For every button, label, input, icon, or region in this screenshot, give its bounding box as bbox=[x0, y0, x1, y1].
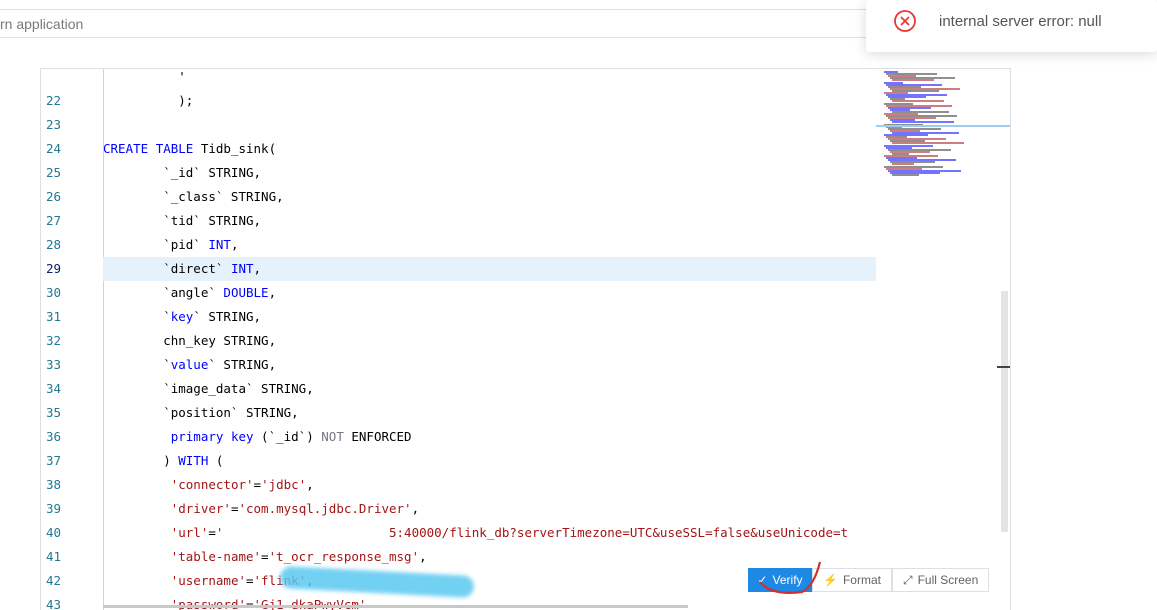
code-line[interactable]: 'url'=' 5:40000/flink_db?serverTimezone=… bbox=[103, 521, 876, 545]
line-number-gutter: 22 23 24 25 26 27 28 29 30 31 32 33 34 35 36 37 38 39 40 41… bbox=[41, 69, 103, 610]
code-line[interactable]: 'connector'='jdbc', bbox=[103, 473, 876, 497]
line-number: 33 bbox=[45, 357, 61, 372]
code-area[interactable]: ' ); CREATE TABLE Tidb_sink( `_id` STRING… bbox=[103, 69, 876, 610]
line-number: 22 bbox=[45, 93, 61, 108]
line-number: 39 bbox=[45, 501, 61, 516]
code-line[interactable]: chn_key STRING, bbox=[103, 329, 876, 353]
code-line[interactable]: `image_data` STRING, bbox=[103, 377, 876, 401]
horizontal-scrollbar[interactable] bbox=[103, 605, 688, 608]
code-line[interactable]: ) WITH ( bbox=[103, 449, 876, 473]
line-number: 43 bbox=[45, 597, 61, 610]
fullscreen-button[interactable]: ⤢ Full Screen bbox=[891, 568, 990, 592]
line-number: 37 bbox=[45, 453, 61, 468]
line-number: 40 bbox=[45, 525, 61, 540]
error-toast: internal server error: null bbox=[866, 0, 1157, 52]
code-line[interactable]: ' bbox=[103, 69, 876, 89]
line-number: 28 bbox=[45, 237, 61, 252]
line-number: 34 bbox=[45, 381, 61, 396]
red-annotation-mark bbox=[759, 561, 822, 594]
code-line[interactable]: 'driver'='com.mysql.jdbc.Driver', bbox=[103, 497, 876, 521]
line-number: 25 bbox=[45, 165, 61, 180]
error-message: internal server error: null bbox=[939, 13, 1102, 30]
line-number: 26 bbox=[45, 189, 61, 204]
code-line[interactable]: primary key (`_id`) NOT ENFORCED bbox=[103, 425, 876, 449]
code-line[interactable]: `_id` STRING, bbox=[103, 161, 876, 185]
line-number: 27 bbox=[45, 213, 61, 228]
line-number: 30 bbox=[45, 285, 61, 300]
code-line[interactable]: CREATE TABLE Tidb_sink( bbox=[103, 137, 876, 161]
line-number: 35 bbox=[45, 405, 61, 420]
scrollbar-position-marker bbox=[997, 366, 1010, 368]
line-number: 42 bbox=[45, 573, 61, 588]
code-line[interactable]: ); bbox=[103, 89, 876, 113]
code-line[interactable]: `direct` INT, bbox=[103, 257, 876, 281]
line-number: 41 bbox=[45, 549, 61, 564]
code-line[interactable]: `position` STRING, bbox=[103, 401, 876, 425]
code-line[interactable]: `tid` STRING, bbox=[103, 209, 876, 233]
line-number bbox=[41, 69, 61, 89]
line-number: 38 bbox=[45, 477, 61, 492]
code-line[interactable]: `key` STRING, bbox=[103, 305, 876, 329]
lightning-icon: ⚡ bbox=[823, 573, 838, 587]
line-number: 36 bbox=[45, 429, 61, 444]
application-search-input[interactable] bbox=[0, 9, 900, 38]
code-editor[interactable]: 22 23 24 25 26 27 28 29 30 31 32 33 34 35 36 37 38 39 40 41… bbox=[40, 68, 1011, 610]
format-label: Format bbox=[842, 573, 881, 587]
line-number: 29 bbox=[45, 261, 61, 276]
code-line[interactable]: `value` STRING, bbox=[103, 353, 876, 377]
minimap-highlight bbox=[876, 125, 1010, 127]
error-circle-icon bbox=[894, 10, 916, 32]
code-line[interactable]: `pid` INT, bbox=[103, 233, 876, 257]
vertical-scrollbar[interactable] bbox=[1001, 291, 1008, 532]
code-line[interactable] bbox=[103, 113, 876, 137]
fullscreen-label: Full Screen bbox=[917, 573, 979, 587]
format-button[interactable]: ⚡ Format bbox=[812, 568, 892, 592]
line-number: 32 bbox=[45, 333, 61, 348]
line-number: 24 bbox=[45, 141, 61, 156]
code-line[interactable]: `_class` STRING, bbox=[103, 185, 876, 209]
code-line[interactable]: `angle` DOUBLE, bbox=[103, 281, 876, 305]
line-number: 23 bbox=[45, 117, 61, 132]
expand-icon: ⤢ bbox=[902, 572, 913, 587]
code-minimap[interactable] bbox=[876, 69, 1010, 610]
minimap-line bbox=[892, 173, 919, 176]
line-number: 31 bbox=[45, 309, 61, 324]
